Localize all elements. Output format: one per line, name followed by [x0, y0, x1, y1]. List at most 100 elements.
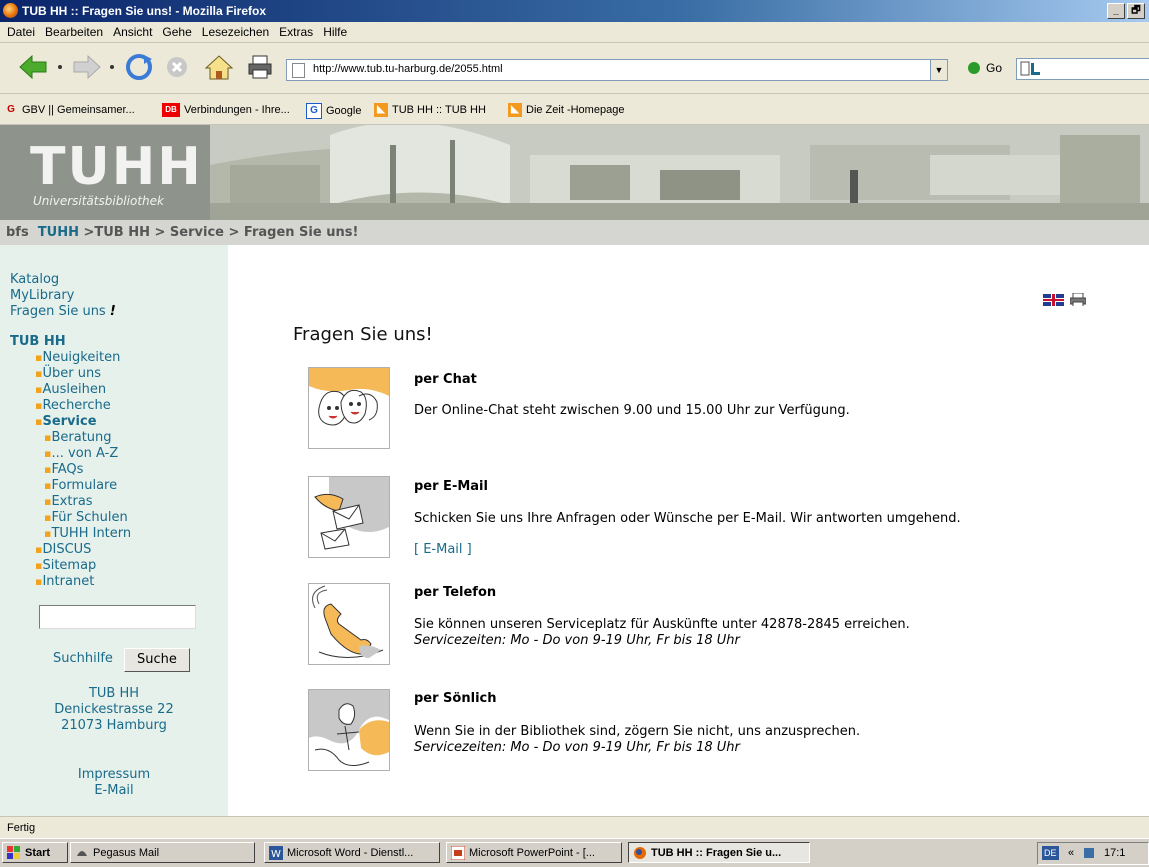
search-button[interactable]: Suche: [124, 648, 190, 672]
service-telefon-title: per Telefon: [414, 585, 497, 600]
item-label: DISCUS: [42, 542, 92, 557]
breadcrumb-tuhh-link[interactable]: TUHH: [38, 225, 79, 240]
print-icon[interactable]: [246, 53, 274, 81]
impressum-link[interactable]: Impressum: [0, 767, 228, 783]
page-header: TUHH Universitätsbibliothek: [0, 125, 1149, 220]
email-link-button[interactable]: [ E-Mail ]: [414, 542, 472, 557]
menu-lesezeichen[interactable]: Lesezeichen: [202, 25, 269, 39]
language-indicator[interactable]: DE: [1042, 846, 1059, 860]
main-content: Fragen Sie uns! per Chat Der Online-Chat…: [228, 245, 1149, 816]
sidebar-section-title: TUB HH: [10, 334, 66, 349]
sidebar-link-fragen[interactable]: Fragen Sie uns !: [10, 304, 116, 320]
sidebar-subitem-extras[interactable]: ▪Extras: [44, 494, 93, 510]
bookmarks-bar: G GBV || Gemeinsamer... DB Verbindungen …: [0, 94, 1149, 125]
bookmark-google[interactable]: G Google: [306, 103, 361, 119]
menu-gehe[interactable]: Gehe: [162, 25, 191, 39]
task-word[interactable]: W Microsoft Word - Dienstl...: [264, 842, 440, 863]
item-label: Service: [42, 414, 97, 429]
sidebar-subitem-fuer-schulen[interactable]: ▪Für Schulen: [44, 510, 128, 526]
library-panorama-image: [210, 125, 1149, 220]
url-dropdown-icon[interactable]: ▼: [930, 60, 947, 80]
home-icon[interactable]: [204, 53, 234, 81]
forward-dropdown-icon[interactable]: [108, 63, 116, 71]
page-title: Fragen Sie uns!: [293, 324, 433, 345]
tray-expand-icon[interactable]: «: [1068, 843, 1074, 864]
sidebar-item-intranet[interactable]: ▪Intranet: [35, 574, 94, 590]
item-label: Intranet: [42, 574, 95, 589]
network-icon[interactable]: [1082, 846, 1096, 860]
sidebar-item-service[interactable]: ▪Service: [35, 414, 97, 430]
sidebar-item-sitemap[interactable]: ▪Sitemap: [35, 558, 96, 574]
bookmark-label: TUB HH :: TUB HH: [392, 104, 486, 116]
sidebar: Katalog MyLibrary Fragen Sie uns ! TUB H…: [0, 245, 228, 816]
bookmark-label: Die Zeit -Homepage: [526, 104, 625, 116]
status-text: Fertig: [7, 822, 36, 834]
sidebar-search-input[interactable]: [39, 605, 196, 629]
back-icon[interactable]: [18, 53, 48, 81]
menu-bar: Datei Bearbeiten Ansicht Gehe Lesezeiche…: [0, 22, 1149, 43]
minimize-button[interactable]: _: [1107, 3, 1125, 19]
start-button[interactable]: Start: [2, 842, 68, 863]
firefox-task-icon: [634, 847, 646, 859]
sidebar-link-mylibrary[interactable]: MyLibrary: [10, 288, 74, 304]
url-text: http://www.tub.tu-harburg.de/2055.html: [313, 63, 503, 75]
stop-icon[interactable]: [164, 53, 190, 81]
address-street: Denickestrasse 22: [54, 702, 174, 717]
service-telefon-text: Sie können unseren Serviceplatz für Ausk…: [414, 617, 910, 632]
sidebar-item-ueber-uns[interactable]: ▪Über uns: [35, 366, 101, 382]
page-icon: [292, 63, 305, 78]
task-pegasus-mail[interactable]: Pegasus Mail: [70, 842, 255, 863]
service-email-text: Schicken Sie uns Ihre Anfragen oder Wüns…: [414, 511, 961, 526]
bookmark-label: GBV || Gemeinsamer...: [22, 104, 135, 116]
task-label: Pegasus Mail: [93, 847, 160, 859]
rss-icon: ◣: [374, 103, 388, 117]
back-dropdown-icon[interactable]: [56, 63, 64, 71]
sidebar-subitem-von-a-z[interactable]: ▪... von A-Z: [44, 446, 118, 462]
forward-icon[interactable]: [72, 53, 102, 81]
sidebar-link-katalog[interactable]: Katalog: [10, 272, 59, 288]
service-persoenlich-hours: Servicezeiten: Mo - Do von 9-19 Uhr, Fr …: [414, 740, 740, 755]
sidebar-subitem-beratung[interactable]: ▪Beratung: [44, 430, 112, 446]
go-icon: [968, 62, 980, 74]
address-name: TUB HH: [88, 686, 140, 701]
english-flag-icon[interactable]: [1043, 293, 1064, 306]
restore-button[interactable]: 🗗: [1127, 3, 1145, 19]
sidebar-item-discus[interactable]: ▪DISCUS: [35, 542, 91, 558]
reload-icon[interactable]: [124, 53, 154, 81]
sidebar-subitem-tuhh-intern[interactable]: ▪TUHH Intern: [44, 526, 131, 542]
search-bar[interactable]: [1016, 58, 1149, 80]
menu-ansicht[interactable]: Ansicht: [113, 25, 152, 39]
menu-extras[interactable]: Extras: [279, 25, 313, 39]
bookmark-label: Verbindungen - Ihre...: [184, 104, 290, 116]
svg-text:W: W: [271, 849, 281, 860]
system-tray: DE « 17:1: [1037, 842, 1149, 865]
sidebar-subitem-formulare[interactable]: ▪Formulare: [44, 478, 117, 494]
sidebar-item-neuigkeiten[interactable]: ▪Neuigkeiten: [35, 350, 120, 366]
item-label: Neuigkeiten: [42, 350, 121, 365]
window-title: TUB HH :: Fragen Sie uns! - Mozilla Fire…: [22, 4, 267, 18]
print-page-icon[interactable]: [1070, 293, 1086, 306]
go-button[interactable]: Go: [968, 61, 1002, 75]
item-label: Für Schulen: [51, 510, 128, 525]
menu-datei[interactable]: Datei: [7, 25, 35, 39]
bookmark-label: Google: [326, 105, 362, 117]
task-firefox[interactable]: TUB HH :: Fragen Sie u...: [628, 842, 810, 863]
sidebar-item-recherche[interactable]: ▪Recherche: [35, 398, 111, 414]
email-link[interactable]: E-Mail: [0, 783, 228, 799]
bookmark-gbv[interactable]: G GBV || Gemeinsamer...: [4, 103, 135, 117]
sidebar-link-fragen-label: Fragen Sie uns: [10, 304, 106, 319]
bookmark-zeit[interactable]: ◣ Die Zeit -Homepage: [508, 103, 624, 117]
bookmark-db[interactable]: DB Verbindungen - Ihre...: [162, 103, 290, 117]
menu-hilfe[interactable]: Hilfe: [323, 25, 347, 39]
service-persoenlich-title: per Sönlich: [414, 691, 497, 706]
sidebar-item-ausleihen[interactable]: ▪Ausleihen: [35, 382, 106, 398]
tuhh-logo[interactable]: TUHH Universitätsbibliothek: [0, 125, 210, 220]
sidebar-subitem-faqs[interactable]: ▪FAQs: [44, 462, 83, 478]
search-help-link[interactable]: Suchhilfe: [53, 651, 113, 666]
task-label: Microsoft PowerPoint - [...: [469, 847, 595, 859]
url-bar[interactable]: http://www.tub.tu-harburg.de/2055.html ▼: [286, 59, 948, 81]
item-label: Recherche: [42, 398, 111, 413]
menu-bearbeiten[interactable]: Bearbeiten: [45, 25, 103, 39]
task-powerpoint[interactable]: Microsoft PowerPoint - [...: [446, 842, 622, 863]
bookmark-tubhh[interactable]: ◣ TUB HH :: TUB HH: [374, 103, 486, 117]
